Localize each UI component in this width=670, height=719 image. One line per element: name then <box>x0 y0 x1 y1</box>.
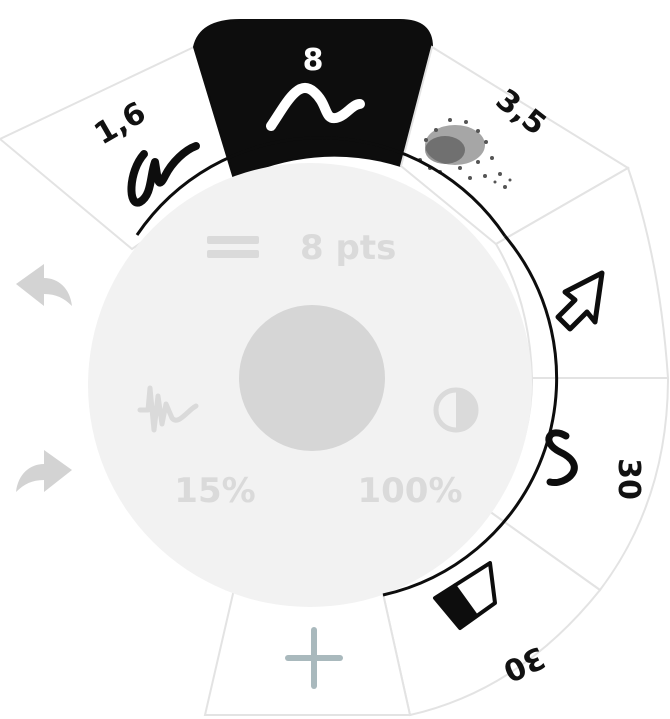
segment-brush-smooth-label: 30 <box>611 458 646 500</box>
undo-arrow-icon <box>16 264 72 306</box>
redo-arrow-icon <box>16 450 72 492</box>
opacity-value: 100% <box>357 471 462 511</box>
brush-wheel-menu: 1,6 8 3,5 30 30 8 pts 15% 100% <box>0 0 670 719</box>
redo-button[interactable] <box>16 450 72 492</box>
segment-brush-wave[interactable]: 8 <box>192 19 434 181</box>
segment-brush-wave-label: 8 <box>303 43 324 78</box>
size-value: 8 pts <box>300 228 396 268</box>
color-swatch[interactable] <box>239 305 385 451</box>
brush-wheel: 1,6 8 3,5 30 30 8 pts 15% 100% <box>0 19 670 717</box>
smoothing-value: 15% <box>174 471 255 511</box>
undo-button[interactable] <box>16 264 72 306</box>
